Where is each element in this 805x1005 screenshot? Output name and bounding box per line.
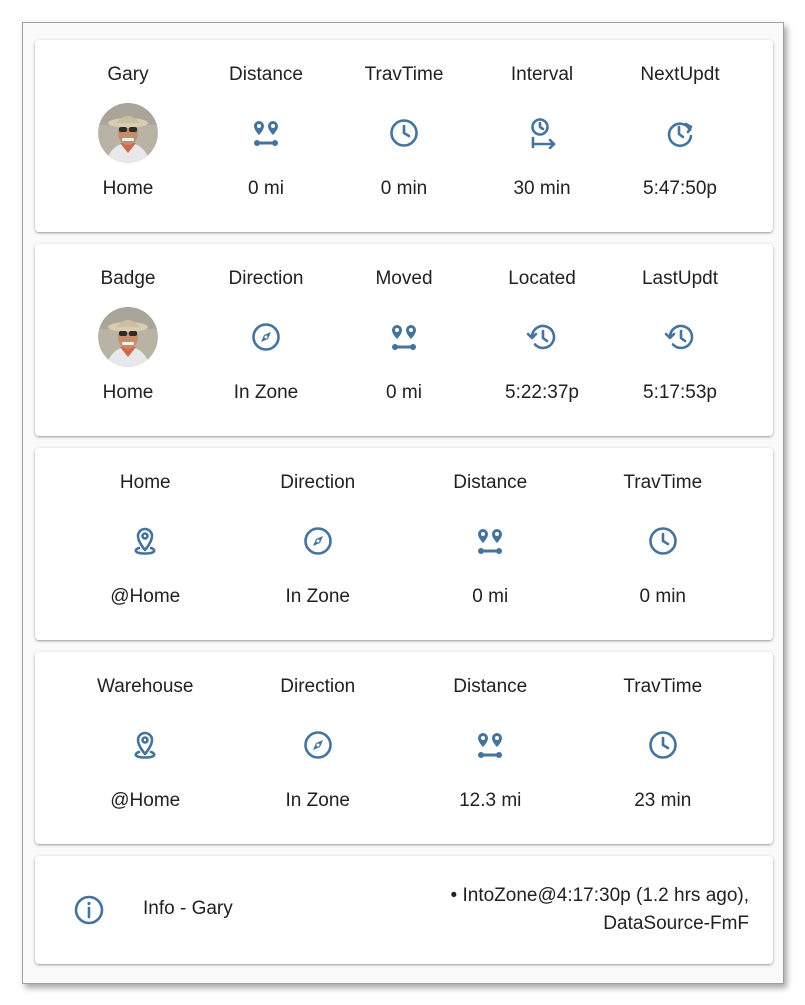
map-marker-icon — [59, 510, 232, 572]
history-icon — [473, 306, 611, 368]
info-card[interactable]: Info - Gary • IntoZone@4:17:30p (1.2 hrs… — [35, 856, 773, 964]
label-gary: Gary — [107, 64, 149, 85]
value-travtime: 0 min — [639, 586, 686, 607]
clock-icon — [335, 102, 473, 164]
value-distance: 0 mi — [248, 178, 284, 199]
avatar[interactable] — [98, 307, 158, 367]
label-warehouse: Warehouse — [97, 676, 194, 697]
value-nextupdt: 5:47:50p — [643, 178, 717, 199]
clock-icon — [577, 510, 750, 572]
label-direction: Direction — [280, 676, 356, 697]
compass-icon — [232, 510, 405, 572]
label-located: Located — [508, 268, 576, 289]
label-moved: Moved — [375, 268, 433, 289]
value-distance: 0 mi — [472, 586, 509, 607]
avatar-cell[interactable] — [59, 306, 197, 368]
map-marker-distance-icon — [404, 714, 577, 776]
map-marker-icon — [59, 714, 232, 776]
history-icon — [611, 306, 749, 368]
zone-card-home: Home Direction Distance TravTime @Home I… — [35, 448, 773, 640]
label-distance: Distance — [453, 676, 528, 697]
label-distance: Distance — [229, 64, 303, 85]
information-icon — [73, 894, 105, 931]
label-travtime: TravTime — [623, 676, 703, 697]
label-nextupdt: NextUpdt — [640, 64, 720, 85]
value-interval: 30 min — [513, 178, 571, 199]
tracking-card-badge: Badge Direction Moved Located LastUpdt H… — [35, 244, 773, 436]
clock-icon — [577, 714, 750, 776]
value-zone: Home — [102, 178, 154, 199]
info-line-1: • IntoZone@4:17:30p (1.2 hrs ago), — [450, 885, 749, 906]
label-direction: Direction — [280, 472, 356, 493]
value-zone: @Home — [110, 790, 181, 811]
label-direction: Direction — [228, 268, 304, 289]
map-marker-distance-icon — [197, 102, 335, 164]
compass-icon — [232, 714, 405, 776]
value-direction: In Zone — [285, 790, 350, 811]
zone-card-warehouse: Warehouse Direction Distance TravTime @H… — [35, 652, 773, 844]
value-moved: 0 mi — [386, 382, 422, 403]
value-lastupdt: 5:17:53p — [643, 382, 717, 403]
dashboard-frame: Gary Distance TravTime Interval NextUpdt — [22, 22, 784, 984]
label-distance: Distance — [453, 472, 528, 493]
clock-forward-icon — [611, 102, 749, 164]
value-direction: In Zone — [233, 382, 299, 403]
label-travtime: TravTime — [364, 64, 444, 85]
value-located: 5:22:37p — [505, 382, 579, 403]
info-line-2: DataSource-FmF — [603, 913, 749, 934]
value-zone: @Home — [110, 586, 181, 607]
avatar-cell[interactable] — [59, 102, 197, 164]
avatar[interactable] — [98, 103, 158, 163]
info-text: • IntoZone@4:17:30p (1.2 hrs ago), DataS… — [451, 882, 749, 938]
label-interval: Interval — [510, 64, 574, 85]
tracking-card-gary: Gary Distance TravTime Interval NextUpdt — [35, 40, 773, 232]
compass-icon — [197, 306, 335, 368]
label-home: Home — [119, 472, 171, 493]
value-direction: In Zone — [285, 586, 350, 607]
value-travtime: 23 min — [634, 790, 692, 811]
map-marker-distance-icon — [404, 510, 577, 572]
timer-arrow-icon — [473, 102, 611, 164]
label-badge: Badge — [100, 268, 156, 289]
value-travtime: 0 min — [380, 178, 428, 199]
map-marker-distance-icon — [335, 306, 473, 368]
label-travtime: TravTime — [623, 472, 703, 493]
value-distance: 12.3 mi — [459, 790, 522, 811]
value-zone: Home — [102, 382, 154, 403]
info-title: Info - Gary — [143, 898, 233, 919]
label-lastupdt: LastUpdt — [641, 268, 719, 289]
